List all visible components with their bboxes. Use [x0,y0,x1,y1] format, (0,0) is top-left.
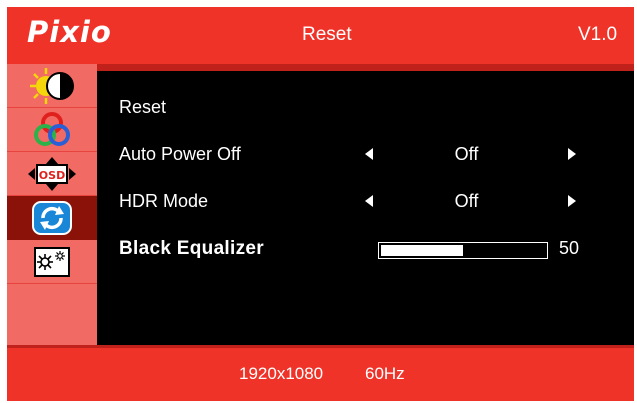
reset-icon [32,200,72,235]
menu-row-auto-power-off[interactable]: Auto Power Off Off [97,139,634,169]
black-equalizer-slider[interactable] [378,242,548,259]
menu-row-black-equalizer[interactable]: Black Equalizer 50 [97,233,634,263]
sidebar-item-brightness[interactable] [7,64,97,108]
option-value: Off [454,144,479,164]
option-value: Off [454,191,479,211]
brand-logo: Pixio [27,15,112,49]
left-arrow-icon[interactable] [365,195,373,207]
brightness-contrast-icon [30,67,74,104]
menu-row-hdr-mode[interactable]: HDR Mode Off [97,186,634,216]
right-arrow-icon[interactable] [568,195,576,207]
left-arrow-icon[interactable] [365,148,373,160]
menu-row-reset[interactable]: Reset [97,92,634,122]
osd-icon: OSD [28,156,76,191]
firmware-version: V1.0 [578,24,618,45]
color-icon [34,111,70,146]
osd-header: Pixio Reset V1.0 [7,7,634,64]
resolution-readout: 1920x1080 [239,364,324,383]
sidebar: OSD [7,64,97,345]
page-title: Reset [302,24,352,45]
right-arrow-icon[interactable] [568,148,576,160]
slider-value: 50 [559,238,580,258]
sidebar-item-osd[interactable]: OSD [7,152,97,196]
svg-text:OSD: OSD [39,169,65,182]
osd-menu: Pixio Reset V1.0 OSD Reset Auto Power Of… [7,7,634,401]
sidebar-item-color[interactable] [7,108,97,152]
settings-icon [34,246,70,277]
menu-label: HDR Mode [119,191,209,211]
refresh-rate-readout: 60Hz [365,364,405,383]
settings-panel: Reset Auto Power Off Off HDR Mode Off Bl… [97,71,634,345]
content-border-top [97,64,634,71]
slider-fill [381,245,463,256]
sidebar-item-settings[interactable] [7,240,97,284]
menu-label: Auto Power Off [119,144,241,164]
sidebar-item-reset[interactable] [7,196,97,240]
menu-label: Black Equalizer [119,238,264,259]
menu-label: Reset [119,97,167,117]
